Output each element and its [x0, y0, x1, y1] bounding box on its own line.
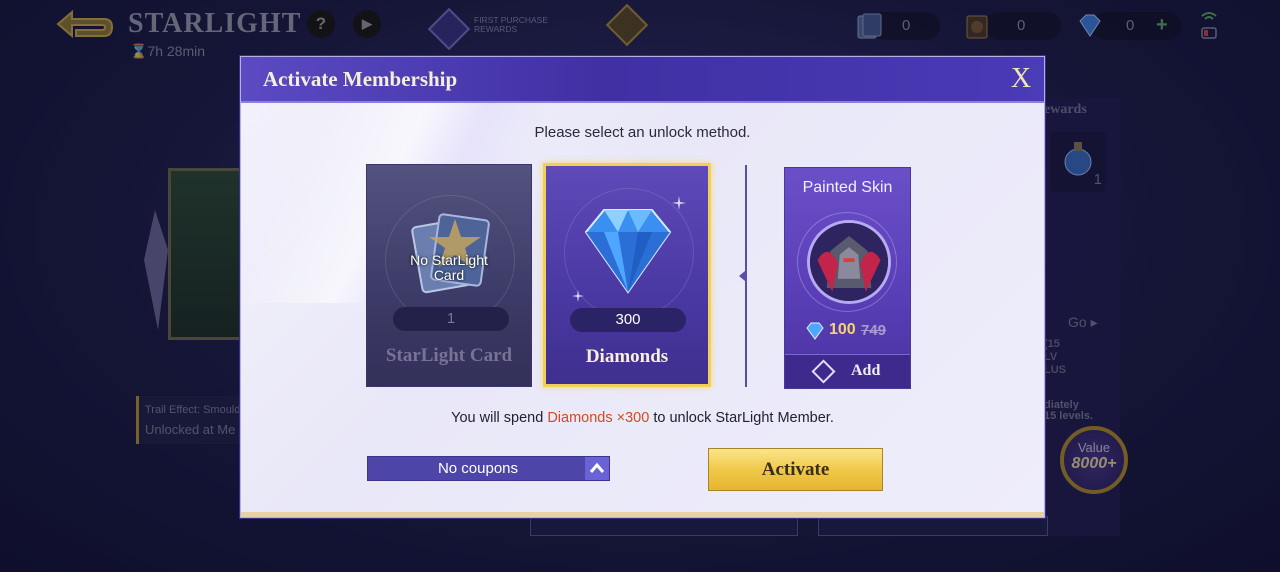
dialog-bottom-trim — [241, 512, 1044, 517]
instruction-text: Please select an unlock method. — [534, 124, 751, 141]
spend-summary: You will spend Diamonds ×300 to unlock S… — [241, 410, 1044, 426]
diamonds-label: Diamonds — [585, 346, 669, 367]
painted-skin-title: Painted Skin — [802, 179, 893, 196]
add-skin-button[interactable]: Add — [785, 354, 910, 388]
activate-membership-dialog: Activate Membership X Please select an u… — [240, 56, 1045, 518]
chevron-up-icon[interactable] — [585, 457, 609, 480]
starlight-card-option[interactable]: No StarLight Card 1 StarLight Card — [366, 164, 532, 387]
dialog-header: Activate Membership X — [241, 57, 1044, 103]
diamonds-option[interactable]: 300 Diamonds — [543, 163, 711, 387]
close-button[interactable]: X — [1008, 63, 1034, 95]
coupon-value: No coupons — [437, 460, 519, 477]
no-card-text: No StarLight Card — [410, 252, 488, 283]
divider-arrow-icon — [739, 271, 745, 281]
spend-highlight: Diamonds ×300 — [547, 410, 650, 426]
skin-price: 100 749 — [805, 320, 905, 342]
diamond-icon — [584, 209, 672, 294]
diamond-cost: 300 — [570, 308, 686, 332]
skin-portrait-image — [807, 220, 891, 304]
skin-discount-price: 100 — [829, 321, 856, 338]
coupon-dropdown[interactable]: No coupons — [367, 456, 610, 481]
starlight-card-count: 1 — [393, 307, 509, 331]
spend-prefix: You will spend — [451, 410, 548, 426]
activate-button[interactable]: Activate — [708, 448, 883, 491]
spend-suffix: to unlock StarLight Member. — [649, 410, 834, 426]
diamond-icon — [806, 322, 824, 340]
dialog-title: Activate Membership — [263, 67, 458, 91]
section-divider — [745, 165, 747, 387]
chevron-up-glyph — [589, 462, 605, 473]
sparkle-icon — [572, 290, 584, 302]
checkbox-diamond-icon — [811, 359, 836, 384]
no-starlight-card-note: No StarLight Card — [367, 253, 531, 283]
sparkle-icon — [672, 196, 686, 210]
starlight-card-label: StarLight Card — [385, 345, 513, 366]
painted-skin-card[interactable]: Painted Skin 100 749 Add — [784, 167, 911, 389]
add-label: Add — [851, 362, 881, 379]
skin-original-price: 749 — [861, 322, 887, 339]
armored-hero-icon — [810, 223, 888, 301]
